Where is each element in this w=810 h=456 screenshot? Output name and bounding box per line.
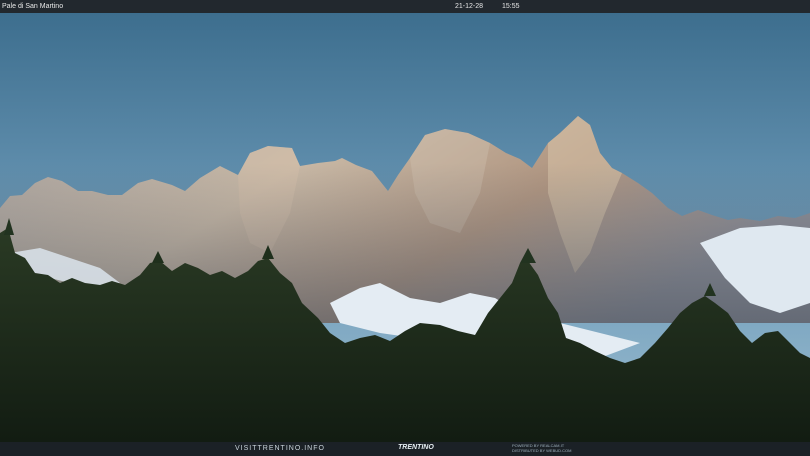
time-label: 15:55 [502,3,520,10]
trentino-logo: TRENTINO [398,444,434,451]
webcam-info-bar: Pale di San Martino 21-12-28 15:55 [0,0,810,13]
powered-by-credit: POWERED BY REALCAM.IT DISTRIBUTED BY WEB… [512,443,572,453]
mountain-webcam-image [0,13,810,442]
webcam-footer-bar: VISITTRENTINO.INFO TRENTINO POWERED BY R… [0,442,810,456]
location-label: Pale di San Martino [2,3,64,10]
date-label: 21-12-28 [455,3,484,10]
powered-by-line-2: DISTRIBUTED BY WEBUD.COM [512,448,572,453]
site-link[interactable]: VISITTRENTINO.INFO [235,444,325,454]
